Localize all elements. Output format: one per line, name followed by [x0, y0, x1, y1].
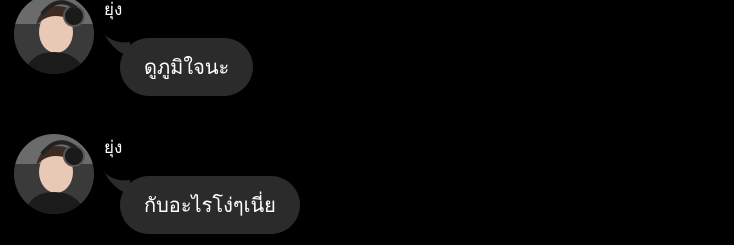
sender-name: ยุ่ง	[104, 0, 123, 20]
user-avatar-headphones[interactable]	[14, 134, 94, 214]
chat-thread: ยุ่ง ดูภูมิใจนะ ยุ่ง กับอะไรโง่ๆเนี่ย	[0, 0, 734, 245]
message-bubble[interactable]: กับอะไรโง่ๆเนี่ย	[120, 176, 300, 234]
message-bubble[interactable]: ดูภูมิใจนะ	[120, 38, 254, 96]
sender-name: ยุ่ง	[104, 138, 123, 158]
user-avatar-headphones[interactable]	[14, 0, 94, 74]
